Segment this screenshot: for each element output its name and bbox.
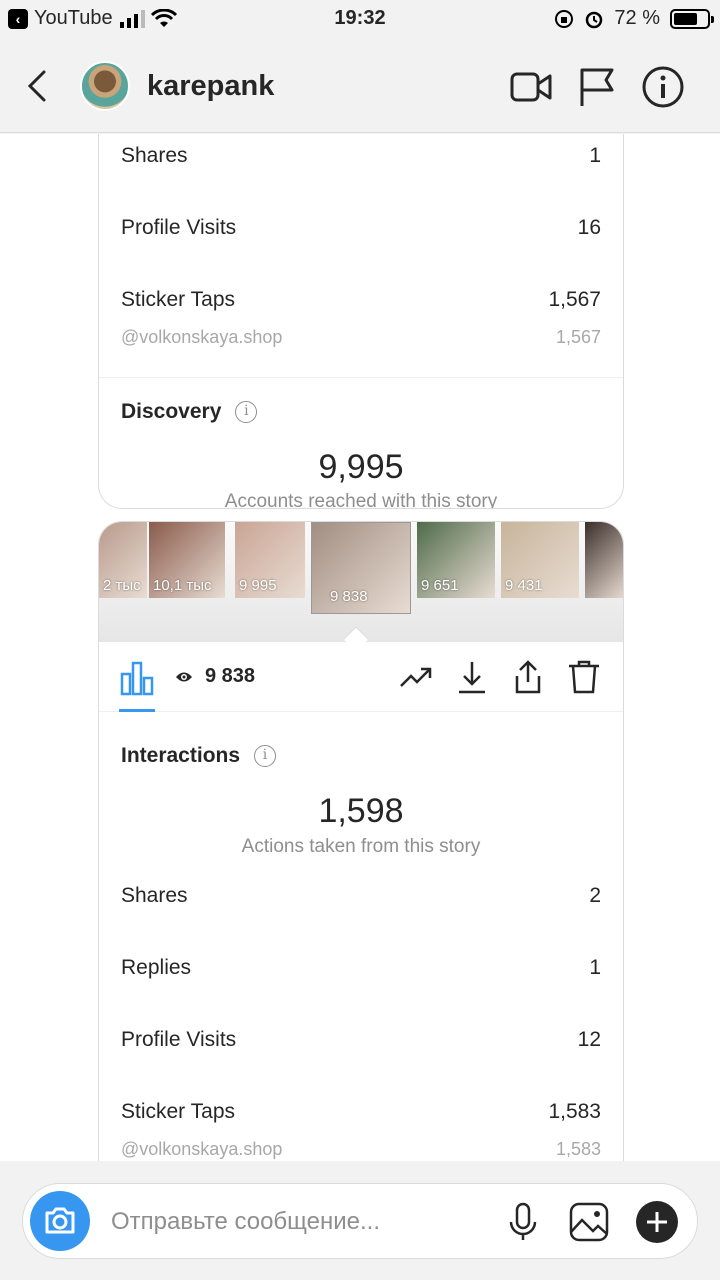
stat-value: 12	[577, 1028, 601, 1051]
story-insights-card: 2 тыс 10,1 тыс 9 995 9 838 9 651 9 431 9…	[98, 521, 624, 1161]
stat-label: Shares	[121, 884, 188, 907]
eye-icon	[176, 672, 192, 681]
story-insights-card-previous: Shares 1 Profile Visits 16 Sticker Taps …	[98, 134, 624, 509]
thumbnail-views: 9 995	[239, 577, 277, 594]
divider	[99, 377, 623, 378]
stat-row-replies: Replies 1	[121, 956, 601, 986]
story-thumbnail[interactable]: 9 995	[235, 522, 305, 598]
story-thumbnail[interactable]: 2 тыс	[99, 522, 147, 598]
sticker-sub-row: @volkonskaya.shop 1,583	[121, 1139, 601, 1160]
message-composer	[22, 1183, 698, 1259]
chat-content[interactable]: Shares 1 Profile Visits 16 Sticker Taps …	[0, 134, 720, 1161]
stat-value: 1,583	[548, 1100, 601, 1123]
thumbnail-views: 10,1 тыс	[153, 577, 212, 594]
story-thumbnail[interactable]: 10,1 тыс	[149, 522, 225, 598]
stat-value: 2	[589, 884, 601, 907]
stat-label: Profile Visits	[121, 1028, 237, 1051]
stat-value: 16	[577, 216, 601, 239]
stat-value: 1,567	[548, 288, 601, 311]
interactions-title: Interactions i	[121, 744, 277, 768]
stat-value: 1	[589, 956, 601, 979]
story-thumbnail-selected[interactable]: 9 838	[311, 522, 411, 614]
rotation-lock-icon	[555, 9, 574, 28]
thumbnail-views: 9 431	[505, 577, 543, 594]
story-thumbnail[interactable]: 9 431	[501, 522, 579, 598]
alarm-icon	[586, 11, 603, 28]
camera-icon	[45, 1207, 75, 1234]
stat-label: Replies	[121, 956, 192, 979]
story-thumbnail[interactable]	[585, 522, 623, 598]
bar-chart-icon[interactable]	[119, 660, 155, 696]
sticker-value: 1,583	[555, 1139, 601, 1159]
stat-label: Profile Visits	[121, 216, 237, 239]
sticker-handle: @volkonskaya.shop	[121, 327, 283, 347]
stat-label: Sticker Taps	[121, 288, 235, 311]
interactions-caption: Actions taken from this story	[241, 836, 481, 857]
back-arrow-icon[interactable]	[24, 66, 54, 106]
story-thumbnail[interactable]: 9 651	[417, 522, 495, 598]
status-bar: ‹ YouTube 19:32 72 %	[0, 0, 720, 40]
delete-icon[interactable]	[565, 658, 603, 696]
stat-row-shares: Shares 2	[121, 884, 601, 914]
interactions-title-text: Interactions	[121, 744, 241, 767]
stat-value: 1	[589, 144, 601, 167]
discovery-caption: Accounts reached with this story	[224, 491, 498, 509]
video-call-icon[interactable]	[508, 64, 554, 110]
share-icon[interactable]	[509, 658, 547, 696]
story-thumbnail-strip[interactable]: 2 тыс 10,1 тыс 9 995 9 838 9 651 9 431	[99, 522, 623, 652]
battery-percent: 72 %	[614, 7, 660, 29]
stat-row-sticker-taps: Sticker Taps 1,567	[121, 288, 601, 318]
message-input[interactable]	[111, 1202, 491, 1242]
thumbnail-views: 9 651	[421, 577, 459, 594]
download-icon[interactable]	[453, 658, 491, 696]
thumbnail-views: 9 838	[330, 588, 368, 605]
stat-label: Shares	[121, 144, 188, 167]
stat-row-shares: Shares 1	[121, 144, 601, 174]
stat-label: Sticker Taps	[121, 1100, 235, 1123]
stat-row-profile-visits: Profile Visits 16	[121, 216, 601, 246]
info-icon[interactable]: i	[254, 745, 277, 767]
views-count: 9 838	[175, 665, 255, 688]
stat-row-profile-visits: Profile Visits 12	[121, 1028, 601, 1058]
discovery-value: 9,995	[318, 448, 404, 486]
thumbnail-views: 2 тыс	[103, 577, 141, 594]
stat-row-sticker-taps: Sticker Taps 1,583	[121, 1100, 601, 1130]
sticker-handle: @volkonskaya.shop	[121, 1139, 283, 1159]
gallery-icon[interactable]	[567, 1200, 611, 1244]
username[interactable]: karepank	[147, 70, 274, 103]
battery-icon	[670, 8, 714, 29]
avatar[interactable]	[80, 61, 130, 111]
info-icon[interactable]: i	[235, 401, 258, 423]
active-tab-indicator	[119, 709, 155, 712]
discovery-title-text: Discovery	[121, 400, 222, 423]
views-value: 9 838	[205, 665, 256, 687]
chat-header: karepank	[0, 40, 720, 133]
camera-button[interactable]	[30, 1191, 90, 1251]
sticker-value: 1,567	[555, 327, 601, 347]
discovery-title: Discovery i	[121, 400, 258, 424]
microphone-icon[interactable]	[501, 1200, 545, 1244]
insights-toolbar: 9 838	[99, 642, 623, 712]
flag-icon[interactable]	[574, 64, 620, 110]
add-icon[interactable]	[635, 1200, 679, 1244]
sticker-sub-row: @volkonskaya.shop 1,567	[121, 327, 601, 348]
info-icon[interactable]	[640, 64, 686, 110]
interactions-value: 1,598	[318, 792, 404, 830]
trending-icon[interactable]	[397, 658, 435, 696]
